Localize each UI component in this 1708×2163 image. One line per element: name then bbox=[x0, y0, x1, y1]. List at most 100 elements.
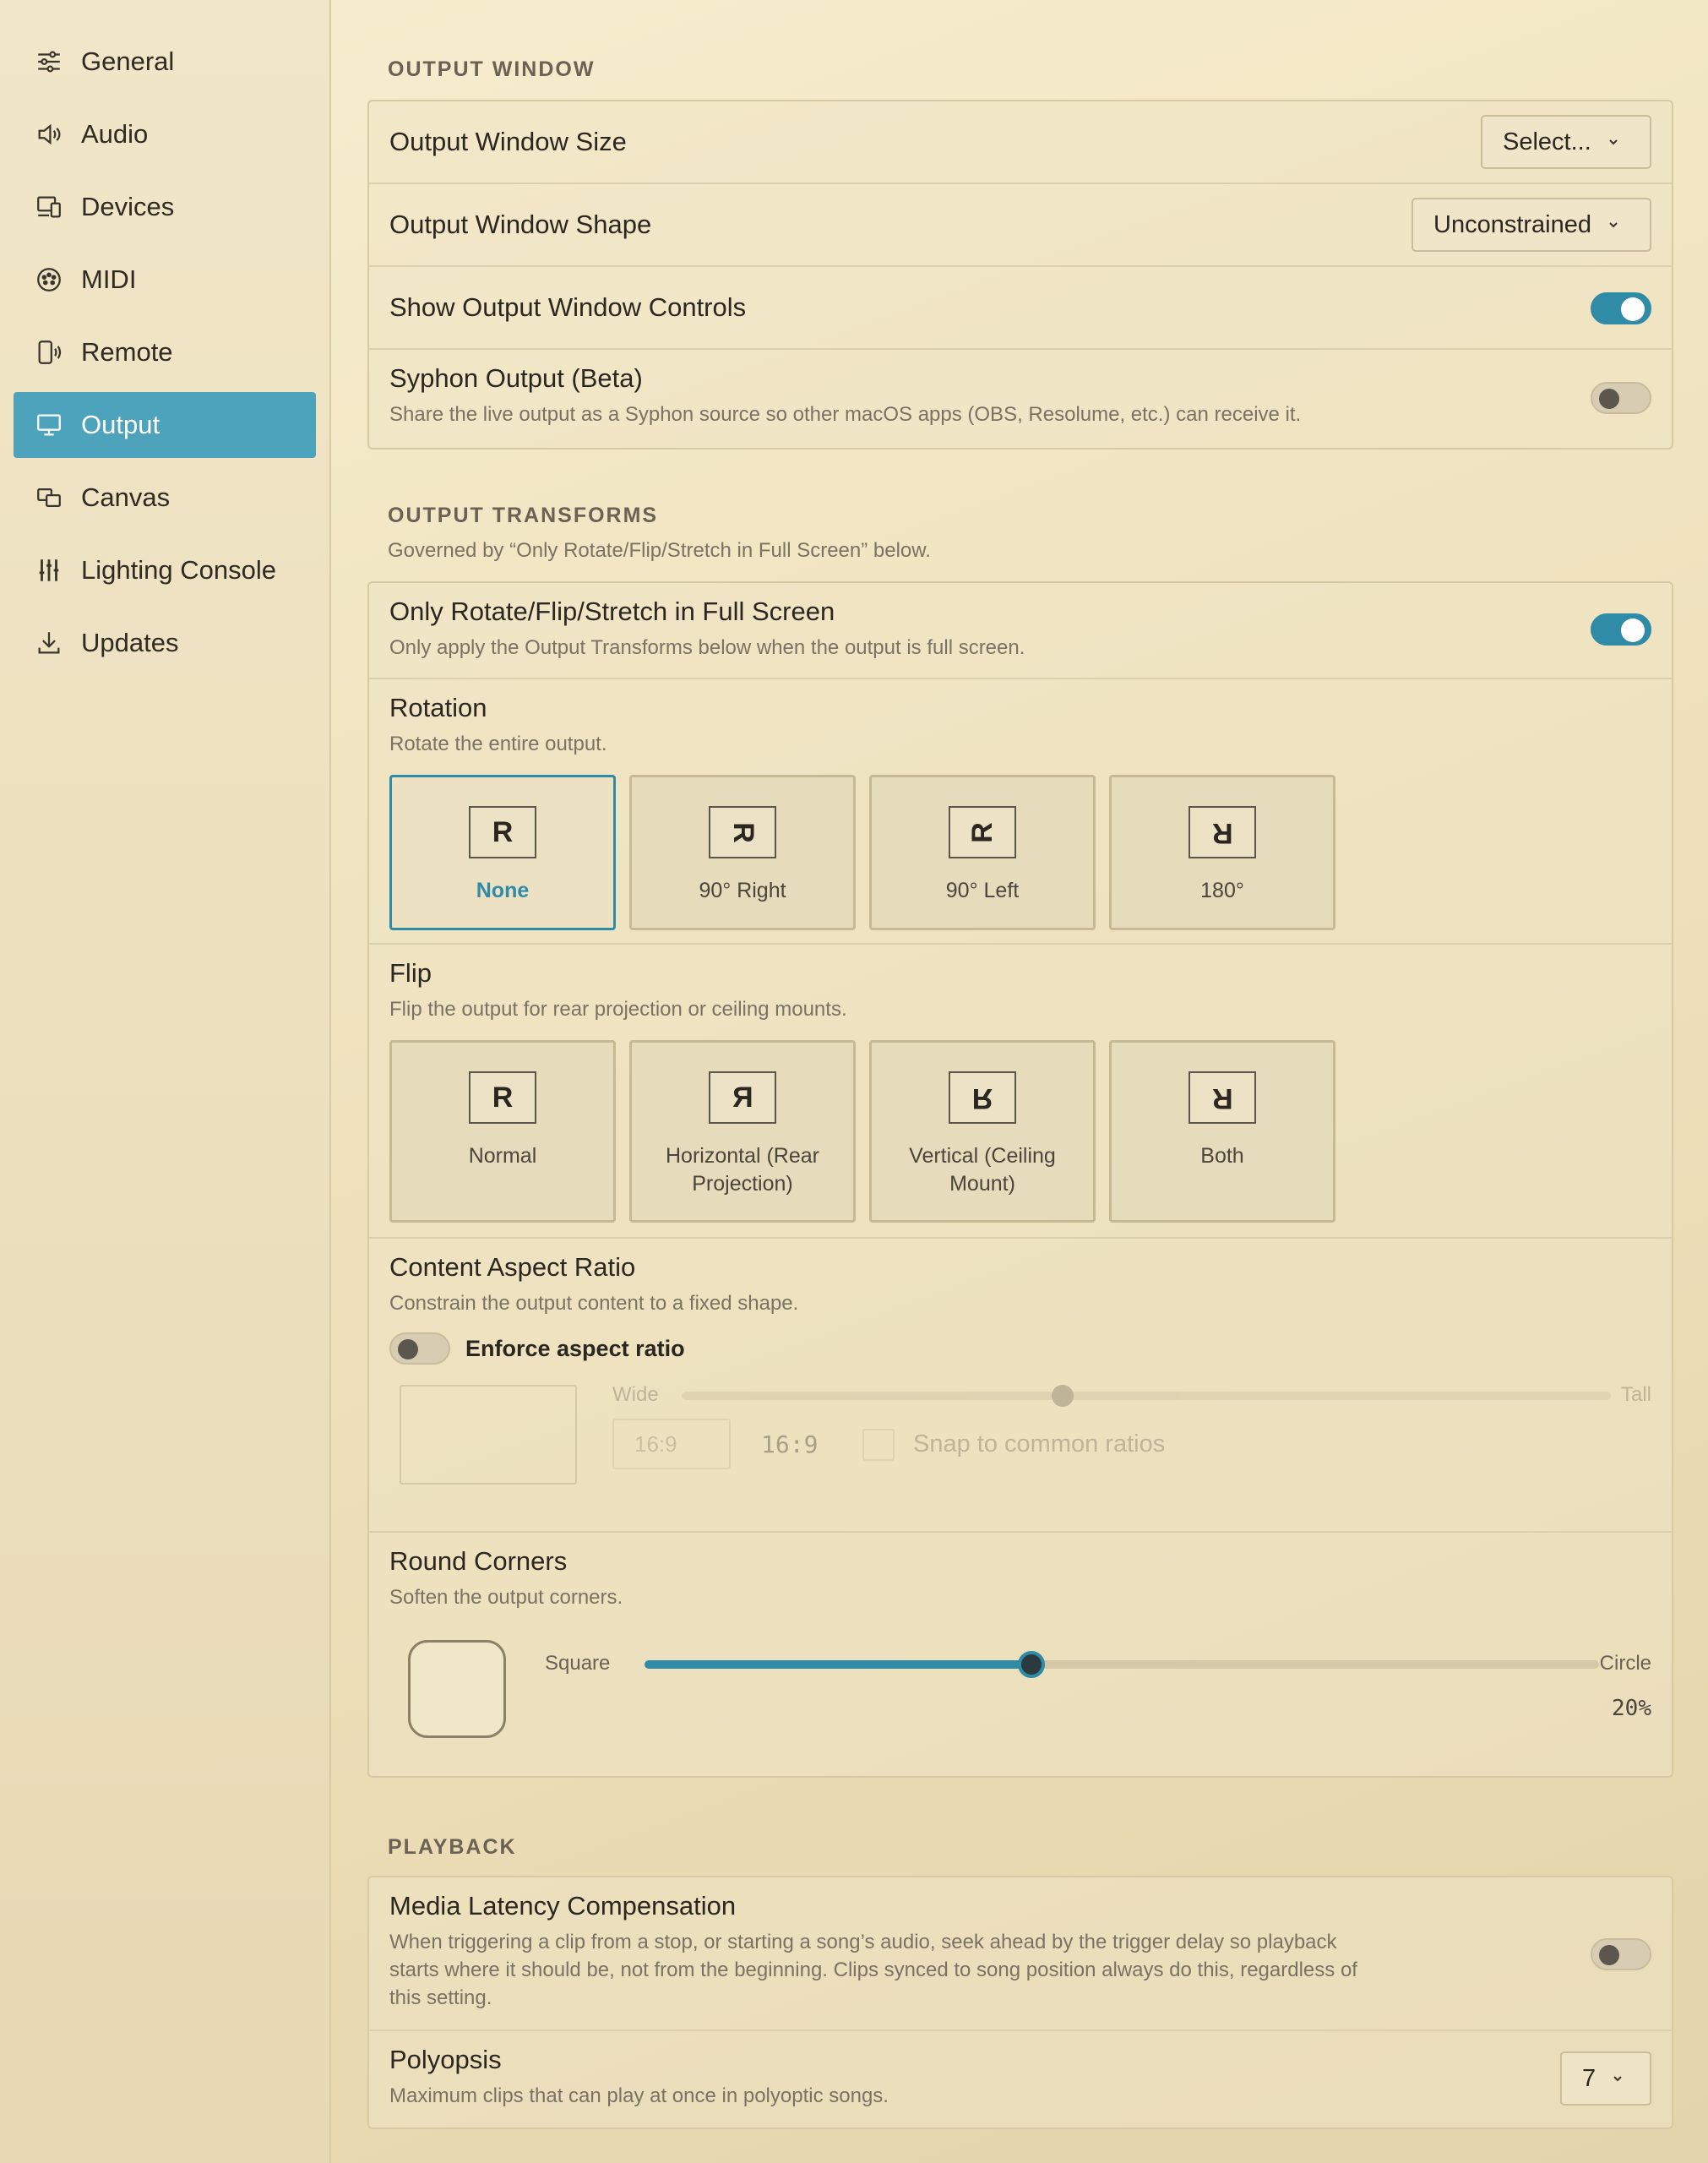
polyopsis-select[interactable]: 7 bbox=[1560, 2051, 1651, 2106]
round-corners-title: Round Corners bbox=[389, 1546, 568, 1576]
sidebar-item-midi[interactable]: MIDI bbox=[14, 247, 316, 313]
flip-option-vertical[interactable]: R Vertical (Ceiling Mount) bbox=[869, 1040, 1096, 1223]
rotation-option-90-left[interactable]: R 90° Left bbox=[869, 775, 1096, 930]
rotation-90-left-preview: R bbox=[949, 806, 1016, 858]
round-corners-row: Round Corners Soften the output corners.… bbox=[369, 1533, 1672, 1776]
rotation-option-90-right[interactable]: R 90° Right bbox=[629, 775, 856, 930]
preview-glyph: R bbox=[726, 821, 759, 843]
option-label: Horizontal (Rear Projection) bbox=[665, 1144, 819, 1196]
rotation-desc: Rotate the entire output. bbox=[389, 733, 607, 755]
circle-label: Circle bbox=[1599, 1652, 1651, 1675]
sidebar-item-lighting-console[interactable]: Lighting Console bbox=[14, 537, 316, 603]
corner-preview-box bbox=[408, 1640, 506, 1738]
flip-option-horizontal[interactable]: R Horizontal (Rear Projection) bbox=[629, 1040, 856, 1223]
syphon-output-label: Syphon Output (Beta) bbox=[389, 363, 643, 393]
output-transforms-subtitle: Governed by “Only Rotate/Flip/Stretch in… bbox=[388, 539, 931, 562]
corner-slider-fill bbox=[645, 1660, 1031, 1669]
rotation-option-none[interactable]: R None bbox=[389, 775, 616, 930]
option-label: None bbox=[476, 879, 530, 902]
section-title-output-transforms: OUTPUT TRANSFORMS bbox=[388, 504, 659, 527]
latency-desc: When triggering a clip from a stop, or s… bbox=[389, 1931, 1357, 2009]
sidebar-item-remote[interactable]: Remote bbox=[14, 319, 316, 385]
faders-icon bbox=[34, 555, 64, 586]
sidebar-item-label: Devices bbox=[81, 192, 175, 221]
aspect-slider-thumb[interactable] bbox=[1052, 1385, 1074, 1407]
preview-glyph: R bbox=[1211, 816, 1233, 849]
preview-glyph: R bbox=[732, 1081, 753, 1114]
chevron-down-icon bbox=[1613, 2076, 1622, 2082]
option-label: 90° Right bbox=[699, 879, 786, 902]
syphon-output-row: Syphon Output (Beta) Share the live outp… bbox=[369, 350, 1672, 448]
output-window-size-select[interactable]: Select... bbox=[1481, 115, 1651, 169]
playback-card: Media Latency Compensation When triggeri… bbox=[367, 1876, 1673, 2129]
output-window-size-label: Output Window Size bbox=[389, 127, 627, 156]
preview-glyph: R bbox=[492, 1081, 514, 1114]
polyopsis-row: Polyopsis Maximum clips that can play at… bbox=[369, 2031, 1672, 2128]
midi-icon bbox=[34, 264, 64, 295]
polyopsis-label: Polyopsis bbox=[389, 2045, 502, 2074]
flip-vertical-preview: R bbox=[949, 1071, 1016, 1124]
flip-horizontal-preview: R bbox=[709, 1071, 776, 1124]
sidebar-item-devices[interactable]: Devices bbox=[14, 174, 316, 240]
corner-value: 20% bbox=[1612, 1696, 1651, 1721]
select-value: Unconstrained bbox=[1433, 210, 1591, 238]
round-corners-controls: Square Circle 20% bbox=[389, 1640, 1651, 1741]
sidebar-item-general[interactable]: General bbox=[14, 29, 316, 95]
output-window-controls-toggle[interactable] bbox=[1591, 292, 1651, 324]
sidebar-item-audio[interactable]: Audio bbox=[14, 101, 316, 167]
option-label: 180° bbox=[1200, 879, 1244, 902]
rotation-none-preview: R bbox=[469, 806, 536, 858]
rotation-option-180[interactable]: R 180° bbox=[1109, 775, 1335, 930]
tall-label: Tall bbox=[1620, 1383, 1651, 1406]
syphon-output-desc: Share the live output as a Syphon source… bbox=[389, 403, 1302, 426]
rotation-90-right-preview: R bbox=[709, 806, 776, 858]
aspect-ratio-title: Content Aspect Ratio bbox=[389, 1252, 636, 1282]
sidebar-item-label: Lighting Console bbox=[81, 555, 276, 585]
latency-toggle[interactable] bbox=[1591, 1938, 1651, 1970]
select-value: 7 bbox=[1582, 2064, 1596, 2092]
output-window-shape-select[interactable]: Unconstrained bbox=[1412, 198, 1651, 252]
snap-label: Snap to common ratios bbox=[913, 1430, 1166, 1457]
square-label: Square bbox=[545, 1652, 611, 1675]
rotation-options: R None R 90° Right R 90° Left R 180° bbox=[389, 775, 1651, 930]
preview-glyph: R bbox=[492, 815, 514, 848]
output-window-size-row: Output Window Size Select... bbox=[369, 101, 1672, 184]
polyopsis-desc: Maximum clips that can play at once in p… bbox=[389, 2084, 889, 2107]
section-title-output-window: OUTPUT WINDOW bbox=[388, 57, 596, 81]
devices-icon bbox=[34, 192, 64, 222]
fullscreen-only-toggle[interactable] bbox=[1591, 613, 1651, 646]
sidebar-item-updates[interactable]: Updates bbox=[14, 610, 316, 676]
corner-slider-thumb[interactable] bbox=[1017, 1651, 1045, 1678]
option-label: Vertical (Ceiling Mount) bbox=[909, 1144, 1056, 1196]
sidebar: General Audio Devices MIDI Remote Output bbox=[0, 0, 331, 2163]
sidebar-item-label: Output bbox=[81, 410, 160, 439]
download-icon bbox=[34, 628, 64, 658]
flip-option-both[interactable]: R Both bbox=[1109, 1040, 1335, 1223]
sidebar-item-output[interactable]: Output bbox=[14, 392, 316, 458]
aspect-ratio-row: Content Aspect Ratio Constrain the outpu… bbox=[369, 1239, 1672, 1533]
sidebar-item-label: MIDI bbox=[81, 264, 137, 294]
fullscreen-only-row: Only Rotate/Flip/Stretch in Full Screen … bbox=[369, 583, 1672, 679]
chevron-down-icon bbox=[1609, 139, 1618, 145]
aspect-ratio-display: 16:9 bbox=[761, 1430, 819, 1458]
fullscreen-only-desc: Only apply the Output Transforms below w… bbox=[389, 636, 1025, 659]
sliders-icon bbox=[34, 46, 64, 77]
flip-option-normal[interactable]: R Normal bbox=[389, 1040, 616, 1223]
aspect-preview-box bbox=[400, 1385, 577, 1485]
sidebar-item-label: Updates bbox=[81, 628, 179, 657]
latency-label: Media Latency Compensation bbox=[389, 1891, 737, 1921]
output-window-shape-label: Output Window Shape bbox=[389, 210, 652, 239]
aspect-controls-disabled: Wide Tall 16:9 Snap to common ratios bbox=[389, 1383, 1651, 1486]
round-corners-desc: Soften the output corners. bbox=[389, 1586, 623, 1609]
sidebar-item-canvas[interactable]: Canvas bbox=[14, 465, 316, 531]
snap-checkbox[interactable] bbox=[862, 1429, 895, 1461]
sidebar-item-label: Canvas bbox=[81, 482, 171, 512]
option-label: Both bbox=[1200, 1144, 1244, 1168]
syphon-output-toggle[interactable] bbox=[1591, 382, 1651, 414]
aspect-slider-track[interactable] bbox=[682, 1392, 1611, 1400]
aspect-ratio-input[interactable] bbox=[612, 1419, 731, 1469]
option-label: 90° Left bbox=[945, 879, 1020, 902]
enforce-aspect-toggle[interactable] bbox=[389, 1332, 450, 1365]
sidebar-item-label: Remote bbox=[81, 337, 173, 367]
canvas-icon bbox=[34, 482, 64, 513]
